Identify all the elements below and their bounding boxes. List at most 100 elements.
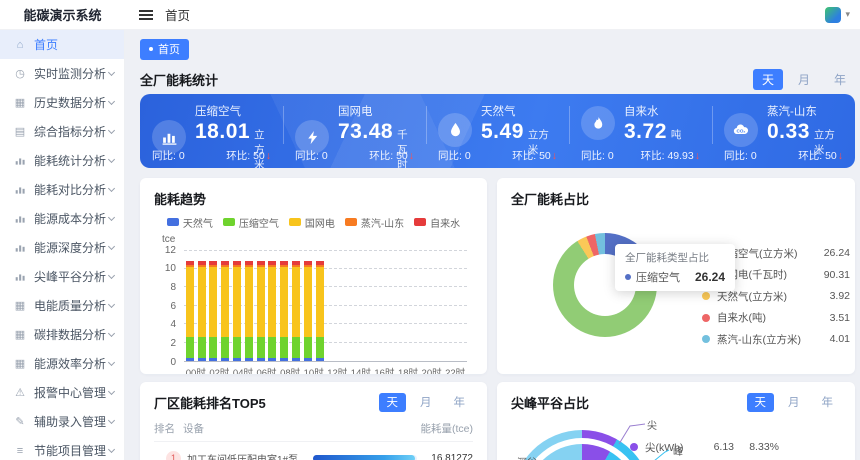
legend-label: 国网电 xyxy=(305,215,335,230)
stacked-bar[interactable] xyxy=(245,261,253,361)
x-tick: 12时 xyxy=(325,365,349,374)
breadcrumb[interactable]: 首页 xyxy=(165,5,190,24)
sidebar-item-综合指标分析[interactable]: ▤综合指标分析 xyxy=(0,117,124,146)
sidebar-item-能耗对比分析[interactable]: 能耗对比分析 xyxy=(0,175,124,204)
sidebar-item-首页[interactable]: ⌂首页 xyxy=(0,30,124,59)
stacked-bar[interactable] xyxy=(304,261,312,361)
legend-item-压缩空气[interactable]: 压缩空气 xyxy=(223,215,279,230)
period-day-button[interactable]: 天 xyxy=(753,69,783,90)
app-title: 能碳演示系统 xyxy=(0,5,125,24)
x-tick: 00时 xyxy=(184,365,208,374)
period-year-button[interactable]: 年 xyxy=(446,393,474,412)
user-menu[interactable]: ▾ xyxy=(825,7,850,23)
legend-item-国网电[interactable]: 国网电 xyxy=(289,215,335,230)
menu-fold-icon[interactable] xyxy=(139,0,153,29)
period-month-button[interactable]: 月 xyxy=(789,69,819,90)
y-tick: 12 xyxy=(165,245,176,256)
share-legend-item-自来水(吨)[interactable]: 自来水(吨)3.512.74% xyxy=(702,310,855,325)
sidebar-item-能源深度分析[interactable]: 能源深度分析 xyxy=(0,233,124,262)
sidebar-item-能源效率分析[interactable]: ▦能源效率分析 xyxy=(0,349,124,378)
legend-item-天然气[interactable]: 天然气 xyxy=(167,215,213,230)
bar-segment-压缩空气 xyxy=(245,337,253,358)
sidebar-item-label: 碳排数据分析 xyxy=(34,326,109,343)
legend-swatch xyxy=(345,218,357,226)
avatar xyxy=(825,7,841,23)
legend-item-蒸汽-山东[interactable]: 蒸汽-山东 xyxy=(345,215,404,230)
sidebar-item-电能质量分析[interactable]: ▦电能质量分析 xyxy=(0,291,124,320)
stacked-bar[interactable] xyxy=(198,261,206,361)
chart-tooltip: 全厂能耗类型占比 压缩空气 26.24 xyxy=(615,244,735,291)
period-year-button[interactable]: 年 xyxy=(825,69,855,90)
sidebar-item-实时监测分析[interactable]: ◷实时监测分析 xyxy=(0,59,124,88)
legend-dot xyxy=(702,314,710,322)
period-day-button[interactable]: 天 xyxy=(379,393,407,412)
sidebar-item-节能项目管理[interactable]: ≡节能项目管理 xyxy=(0,436,124,460)
legend-label: 蒸汽-山东 xyxy=(361,215,404,230)
top5-rows: 1加工车间低压配电室1#泵16.812722总装车间高压配电室九中1#变15.7… xyxy=(154,451,473,460)
share-legend-item-蒸汽-山东(立方米)[interactable]: 蒸汽-山东(立方米)4.013.13% xyxy=(702,332,855,347)
sidebar-item-能耗统计分析[interactable]: 能耗统计分析 xyxy=(0,146,124,175)
bar-segment-天然气 xyxy=(257,358,265,361)
sidebar-item-历史数据分析[interactable]: ▦历史数据分析 xyxy=(0,88,124,117)
period-month-button[interactable]: 月 xyxy=(780,393,808,412)
rank-bar-fill[interactable] xyxy=(313,455,415,460)
stat-yoy: 同比: 0 xyxy=(295,148,328,163)
stat-name: 天然气 xyxy=(481,103,557,119)
stacked-bar[interactable] xyxy=(186,261,194,361)
share-legend-item-天然气(立方米)[interactable]: 天然气(立方米)3.923.06% xyxy=(702,289,855,304)
stacked-bar[interactable] xyxy=(221,261,229,361)
callout-label: 峰 xyxy=(673,443,683,458)
stat-name: 自来水 xyxy=(624,103,681,119)
stacked-bar[interactable] xyxy=(268,261,276,361)
sidebar-item-报警中心管理[interactable]: ⚠报警中心管理 xyxy=(0,378,124,407)
page-tag-home[interactable]: 首页 xyxy=(140,39,189,60)
stacked-bar[interactable] xyxy=(316,261,324,361)
section-title-energy-stats: 全厂能耗统计 xyxy=(140,70,218,89)
sidebar-item-label: 尖峰平谷分析 xyxy=(34,268,109,285)
x-axis-labels: 00时02时04时06时08时10时12时14时16时18时20时22时 xyxy=(184,365,467,374)
period-day-button[interactable]: 天 xyxy=(747,393,775,412)
chevron-down-icon xyxy=(108,358,115,365)
stat-mom: 环比: 50↓ xyxy=(798,148,843,163)
sidebar-item-label: 能耗统计分析 xyxy=(34,152,109,169)
stat-name: 蒸汽-山东 xyxy=(767,103,843,119)
pv-legend-item-尖(kWh)[interactable]: 尖(kWh)6.138.33% xyxy=(630,440,779,455)
stat-mom: 环比: 50↓ xyxy=(512,148,557,163)
stacked-bar[interactable] xyxy=(209,261,217,361)
arrow-down-icon: ↓ xyxy=(838,150,843,162)
period-year-button[interactable]: 年 xyxy=(814,393,842,412)
legend-dot xyxy=(702,292,710,300)
share-chart-title: 全厂能耗占比 xyxy=(511,189,841,208)
sidebar-item-碳排数据分析[interactable]: ▦碳排数据分析 xyxy=(0,320,124,349)
legend-value: 4.01 xyxy=(820,333,850,345)
sidebar-item-尖峰平谷分析[interactable]: 尖峰平谷分析 xyxy=(0,262,124,291)
stacked-bar[interactable] xyxy=(292,261,300,361)
main-content: 首页 全厂能耗统计 天月年 压缩空气18.01立方米同比: 0环比: 50↓国网… xyxy=(125,30,860,460)
sidebar-item-辅助录入管理[interactable]: ✎辅助录入管理 xyxy=(0,407,124,436)
period-month-button[interactable]: 月 xyxy=(412,393,440,412)
bar-segment-天然气 xyxy=(209,358,217,361)
bar-segment-国网电 xyxy=(221,267,229,337)
bar-segment-压缩空气 xyxy=(304,337,312,358)
legend-item-自来水[interactable]: 自来水 xyxy=(414,215,460,230)
y-tick: 0 xyxy=(170,357,176,368)
x-tick: 18时 xyxy=(396,365,420,374)
x-tick: 20时 xyxy=(420,365,444,374)
doc-icon: ▤ xyxy=(13,125,27,138)
legend-name: 蒸汽-山东(立方米) xyxy=(717,332,813,347)
stacked-bar[interactable] xyxy=(233,261,241,361)
stacked-bar[interactable] xyxy=(280,261,288,361)
sidebar-item-能源成本分析[interactable]: 能源成本分析 xyxy=(0,204,124,233)
legend-label: 天然气 xyxy=(183,215,213,230)
bar-slot xyxy=(219,250,231,361)
trend-plot[interactable]: tce 121086420 00时02时04时06时08时10时12时14时16… xyxy=(184,250,467,374)
stat-yoy: 同比: 0 xyxy=(724,148,757,163)
bar-slot xyxy=(208,250,220,361)
stat-card-压缩空气: 压缩空气18.01立方米同比: 0环比: 50↓ xyxy=(140,94,283,168)
stat-name: 国网电 xyxy=(338,103,414,119)
chevron-down-icon xyxy=(108,155,115,162)
chevron-down-icon xyxy=(108,445,115,452)
bar-segment-天然气 xyxy=(198,358,206,361)
stacked-bar[interactable] xyxy=(257,261,265,361)
stat-mom: 环比: 50↓ xyxy=(226,148,271,163)
